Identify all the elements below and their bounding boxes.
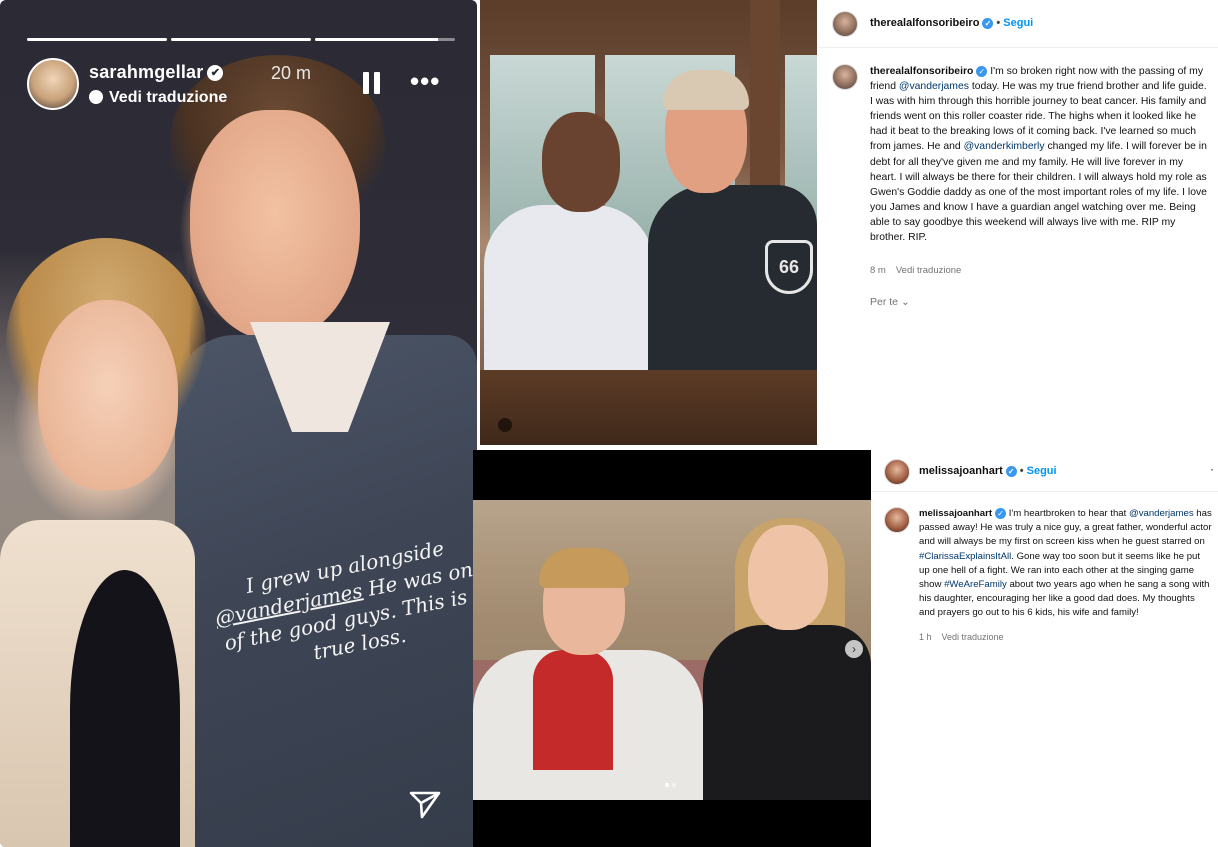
story-photo-figure — [70, 570, 180, 847]
photo-figure — [539, 548, 629, 588]
story-progress-bar — [27, 38, 455, 41]
translate-icon — [89, 90, 103, 104]
verified-badge-icon: ✔ — [207, 65, 224, 82]
story-timestamp: 20 m — [271, 63, 312, 83]
story-panel: sarahmgellar ✔ 20 m Vedi traduzione ••• I… — [0, 0, 477, 847]
post2-photo[interactable]: › — [473, 450, 871, 847]
photo-figure — [542, 112, 620, 212]
per-te-dropdown[interactable]: Per te ⌄ — [870, 296, 910, 308]
story-translate-link[interactable]: Vedi traduzione — [89, 89, 227, 107]
post1-header: therealalfonsoribeiro ✓ • Segui — [818, 0, 1218, 48]
story-progress-segment — [171, 38, 311, 41]
more-options-button[interactable]: · — [1210, 462, 1214, 476]
verified-badge-icon: ✓ — [1005, 465, 1017, 477]
post2-header: melissajoanhart ✓ • Segui · — [872, 450, 1218, 492]
story-progress-segment — [27, 38, 167, 41]
post1-caption: therealalfonsoribeiro ✓ I'm so broken rig… — [870, 65, 1207, 244]
send-icon[interactable] — [408, 788, 442, 820]
avatar[interactable] — [832, 64, 858, 90]
post1-panel: therealalfonsoribeiro ✓ • Segui therealalfo… — [818, 0, 1218, 445]
post1-photo[interactable]: 66 — [480, 0, 817, 445]
post2-meta: 1 h Vedi traduzione — [919, 632, 1014, 642]
post2-timestamp: 1 h — [919, 632, 932, 642]
photo-figure — [533, 650, 613, 770]
chevron-down-icon: ⌄ — [900, 296, 910, 308]
verified-badge-icon: ✓ — [995, 507, 1007, 519]
carousel-dot — [672, 783, 676, 787]
translate-link[interactable]: Vedi traduzione — [942, 632, 1004, 642]
carousel-next-button[interactable]: › — [845, 640, 863, 658]
mention-link[interactable]: @vanderjames — [1129, 508, 1194, 519]
post2-panel: melissajoanhart ✓ • Segui · melissajoanhart… — [872, 450, 1218, 847]
pause-button[interactable] — [363, 72, 383, 96]
follow-button[interactable]: Segui — [1027, 465, 1057, 477]
photo-figure — [484, 205, 654, 395]
carousel-dots — [665, 783, 676, 787]
post2-caption: melissajoanhart ✓ I'm heartbroken to hear… — [919, 507, 1212, 619]
verified-badge-icon: ✓ — [976, 65, 988, 77]
pause-icon — [363, 72, 369, 94]
hashtag-link[interactable]: #ClarissaExplainsItAll — [919, 551, 1011, 562]
photo-scene — [473, 500, 871, 800]
avatar[interactable] — [884, 507, 910, 533]
photo-figure — [748, 525, 828, 630]
pause-icon — [374, 72, 380, 94]
avatar[interactable] — [832, 11, 858, 37]
translate-link[interactable]: Vedi traduzione — [896, 265, 962, 276]
verified-badge-icon: ✓ — [982, 17, 994, 29]
tagged-user-icon[interactable] — [498, 418, 512, 432]
story-progress-segment — [315, 38, 455, 41]
more-options-button[interactable]: ••• — [410, 66, 440, 97]
post1-timestamp: 8 m — [870, 265, 886, 276]
photo-figure — [663, 70, 749, 110]
mention-link[interactable]: @vanderjames — [899, 81, 969, 92]
route-66-badge: 66 — [765, 240, 813, 294]
carousel-dot — [665, 783, 669, 787]
story-avatar[interactable] — [27, 58, 79, 110]
photo-table — [480, 370, 817, 445]
story-photo-figure — [190, 110, 360, 340]
hashtag-link[interactable]: #WeAreFamily — [944, 579, 1007, 590]
story-header: sarahmgellar ✔ 20 m Vedi traduzione ••• — [27, 58, 457, 114]
story-photo-figure — [38, 300, 178, 490]
post2-header-username: melissajoanhart ✓ • Segui — [919, 465, 1057, 477]
post1-header-username: therealalfonsoribeiro ✓ • Segui — [870, 17, 1034, 29]
avatar[interactable] — [884, 459, 910, 485]
story-username[interactable]: sarahmgellar ✔ — [89, 62, 224, 83]
post1-meta: 8 m Vedi traduzione — [870, 265, 971, 276]
follow-button[interactable]: Segui — [1003, 17, 1033, 29]
mention-link[interactable]: @vanderkimberly — [964, 141, 1045, 152]
